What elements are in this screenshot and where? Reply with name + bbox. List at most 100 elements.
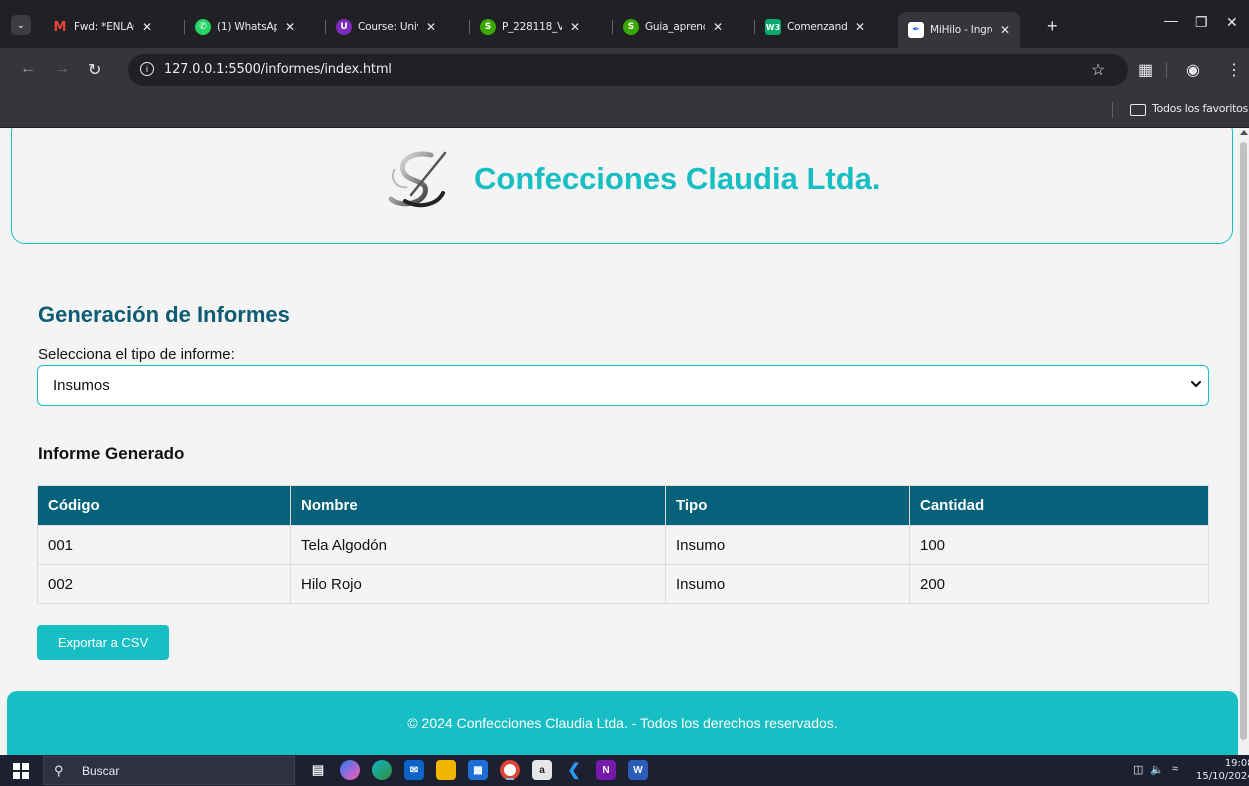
w3schools-icon: W3: [765, 19, 781, 35]
profile-avatar-icon[interactable]: ◉: [1186, 60, 1200, 80]
table-header-row: Código Nombre Tipo Cantidad: [37, 485, 1209, 526]
browser-tab[interactable]: U Course: Univer ✕: [336, 14, 436, 40]
site-footer: © 2024 Confecciones Claudia Ltda. - Todo…: [7, 691, 1238, 755]
store-icon[interactable]: ▦: [468, 760, 488, 780]
tab-title: Fwd: *ENLACE: [74, 21, 134, 33]
cell-tipo: Insumo: [665, 525, 910, 565]
minimize-icon[interactable]: —: [1164, 12, 1178, 28]
mail-icon[interactable]: ✉: [404, 760, 424, 780]
folder-icon[interactable]: [1130, 104, 1146, 116]
close-icon[interactable]: ✕: [1000, 23, 1010, 37]
report-table: Código Nombre Tipo Cantidad 001 Tela Alg…: [37, 485, 1209, 604]
browser-toolbar: ← → ↻ i 127.0.0.1:5500/informes/index.ht…: [0, 48, 1249, 92]
file-explorer-icon[interactable]: [436, 760, 456, 780]
chrome-icon[interactable]: [500, 760, 520, 780]
scroll-up-arrow-icon[interactable]: [1240, 130, 1248, 135]
table-row: 002 Hilo Rojo Insumo 200: [37, 564, 1209, 604]
site-info-icon[interactable]: i: [140, 62, 154, 76]
report-type-label: Selecciona el tipo de informe:: [38, 346, 235, 363]
taskbar-search-placeholder: Buscar: [82, 764, 120, 778]
volume-icon[interactable]: 🔈: [1150, 763, 1164, 776]
close-icon[interactable]: ✕: [426, 20, 436, 34]
course-icon: U: [336, 19, 352, 35]
table-row: 001 Tela Algodón Insumo 100: [37, 525, 1209, 565]
onenote-icon[interactable]: N: [596, 760, 616, 780]
menu-kebab-icon[interactable]: ⋮: [1226, 60, 1242, 80]
task-view-icon[interactable]: ▤: [308, 760, 328, 780]
report-heading: Informe Generado: [38, 444, 185, 463]
restore-icon[interactable]: ❐: [1195, 14, 1208, 31]
edge-icon[interactable]: [372, 760, 392, 780]
taskbar-clock[interactable]: 19:08 15/10/2024: [1196, 757, 1249, 783]
column-header-cantidad: Cantidad: [909, 485, 1209, 526]
forward-arrow-icon[interactable]: →: [54, 60, 70, 78]
sena-icon: S: [480, 19, 496, 35]
copilot-icon[interactable]: [340, 760, 360, 780]
windows-start-icon[interactable]: [13, 763, 29, 779]
all-bookmarks-link[interactable]: Todos los favoritos: [1152, 102, 1248, 115]
window-close-icon[interactable]: ✕: [1226, 14, 1238, 31]
toolbar-divider: [1166, 62, 1167, 78]
tab-title: MiHilo - Ingres: [930, 24, 992, 36]
export-csv-button[interactable]: Exportar a CSV: [37, 625, 169, 660]
mihilo-icon: ✒: [908, 22, 924, 38]
battery-icon[interactable]: ◫: [1133, 763, 1143, 776]
brand-title: Confecciones Claudia Ltda.: [474, 161, 881, 196]
tab-divider: [325, 20, 326, 34]
new-tab-icon[interactable]: +: [1047, 16, 1058, 37]
scrollbar-thumb[interactable]: [1240, 142, 1247, 740]
close-icon[interactable]: ✕: [855, 20, 865, 34]
gmail-icon: M: [53, 19, 67, 35]
close-icon[interactable]: ✕: [713, 20, 723, 34]
page-scrollbar[interactable]: [1238, 128, 1249, 755]
column-header-tipo: Tipo: [665, 485, 910, 526]
wifi-icon[interactable]: ≈: [1172, 763, 1178, 775]
taskbar-time: 19:08: [1224, 758, 1249, 769]
tab-title: Guia_aprendiz: [645, 21, 705, 33]
close-icon[interactable]: ✕: [142, 20, 152, 34]
amazon-icon[interactable]: a: [532, 760, 552, 780]
footer-copyright: © 2024 Confecciones Claudia Ltda. - Todo…: [407, 715, 838, 731]
browser-tab-active[interactable]: ✒ MiHilo - Ingres ✕: [898, 12, 1021, 48]
tab-divider: [612, 20, 613, 34]
report-type-select[interactable]: Insumos: [37, 365, 1209, 406]
cell-nombre: Hilo Rojo: [290, 564, 666, 604]
back-arrow-icon[interactable]: ←: [20, 60, 36, 78]
reload-icon[interactable]: ↻: [88, 60, 101, 80]
extensions-icon[interactable]: ▦: [1138, 60, 1153, 80]
tab-title: (1) WhatsApp: [217, 21, 277, 33]
address-url: 127.0.0.1:5500/informes/index.html: [164, 62, 392, 77]
browser-tab[interactable]: S Guia_aprendiz ✕: [623, 14, 723, 40]
close-icon[interactable]: ✕: [285, 20, 295, 34]
cell-nombre: Tela Algodón: [290, 525, 666, 565]
tab-title: P_228118_V_28: [502, 21, 562, 33]
site-header: Confecciones Claudia Ltda.: [11, 128, 1233, 244]
close-icon[interactable]: ✕: [570, 20, 580, 34]
browser-tab[interactable]: M Fwd: *ENLACE ✕: [52, 14, 153, 40]
cell-cantidad: 200: [909, 564, 1209, 604]
sena-icon: S: [623, 19, 639, 35]
tab-divider: [469, 20, 470, 34]
company-logo-icon: [388, 151, 447, 208]
page-viewport: Confecciones Claudia Ltda. Generación de…: [0, 128, 1238, 755]
tab-title: Course: Univer: [358, 21, 418, 33]
vscode-icon[interactable]: ❮: [564, 760, 584, 780]
browser-tab[interactable]: ✆ (1) WhatsApp ✕: [195, 14, 295, 40]
taskbar-search-box[interactable]: ⚲ Buscar: [43, 756, 295, 785]
browser-tab-strip: ⌄ M Fwd: *ENLACE ✕ ✆ (1) WhatsApp ✕ U Co…: [0, 0, 1249, 48]
tab-title: Comenzando c: [787, 21, 847, 33]
cell-codigo: 002: [37, 564, 291, 604]
tab-search-chevron-icon[interactable]: ⌄: [11, 15, 31, 35]
page-title: Generación de Informes: [38, 302, 290, 327]
column-header-nombre: Nombre: [290, 485, 666, 526]
address-bar[interactable]: i 127.0.0.1:5500/informes/index.html: [128, 54, 1128, 86]
cell-codigo: 001: [37, 525, 291, 565]
word-icon[interactable]: W: [628, 760, 648, 780]
whatsapp-icon: ✆: [195, 19, 211, 35]
taskbar-date: 15/10/2024: [1196, 771, 1249, 782]
chevron-down-icon: [1191, 381, 1201, 387]
bookmark-star-icon[interactable]: ☆: [1091, 60, 1105, 80]
browser-tab[interactable]: W3 Comenzando c ✕: [765, 14, 865, 40]
tab-divider: [184, 20, 185, 34]
browser-tab[interactable]: S P_228118_V_28 ✕: [480, 14, 580, 40]
